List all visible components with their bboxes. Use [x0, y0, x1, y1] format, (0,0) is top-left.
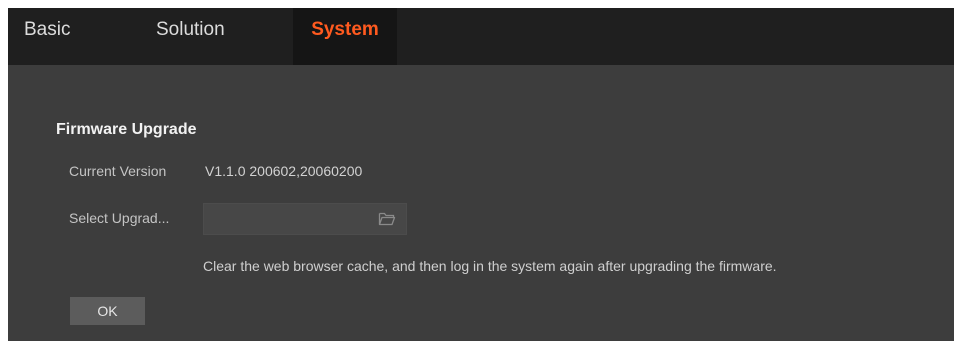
select-upgrade-label: Select Upgrad... — [69, 210, 170, 226]
tab-bar: Basic Solution System — [8, 8, 954, 65]
tab-system[interactable]: System — [293, 8, 397, 65]
current-version-label: Current Version — [69, 163, 167, 179]
section-title: Firmware Upgrade — [56, 121, 197, 138]
folder-icon[interactable] — [378, 211, 396, 227]
current-version-value: V1.1.0 200602,20060200 — [205, 163, 363, 179]
tab-basic[interactable]: Basic — [24, 8, 114, 65]
upgrade-file-field[interactable] — [203, 203, 407, 235]
tab-solution[interactable]: Solution — [156, 8, 266, 65]
upgrade-file-input[interactable] — [204, 204, 364, 234]
upgrade-hint: Clear the web browser cache, and then lo… — [203, 258, 777, 274]
ok-button[interactable]: OK — [70, 297, 145, 325]
settings-panel: Basic Solution System Firmware Upgrade C… — [8, 8, 954, 341]
